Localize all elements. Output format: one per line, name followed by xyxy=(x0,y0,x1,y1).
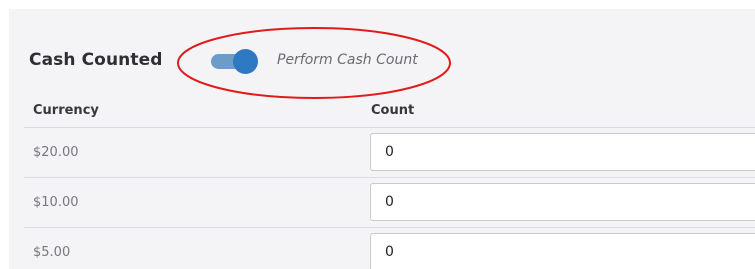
currency-label: $10.00 xyxy=(33,195,79,210)
section-title: Cash Counted xyxy=(29,50,163,70)
table-header: Currency Count xyxy=(9,97,755,127)
currency-label: $5.00 xyxy=(33,245,71,260)
count-input-10[interactable] xyxy=(370,183,755,221)
table-row: $10.00 xyxy=(9,178,755,227)
toggle-label: Perform Cash Count xyxy=(277,52,418,68)
currency-label: $20.00 xyxy=(33,145,79,160)
column-header-currency: Currency xyxy=(33,103,99,118)
table-row: $20.00 xyxy=(9,128,755,177)
section-header: Cash Counted Perform Cash Count xyxy=(9,39,755,83)
count-input-20[interactable] xyxy=(370,133,755,171)
toggle-knob xyxy=(233,49,258,74)
page: Cash Counted Perform Cash Count Currency… xyxy=(0,0,755,269)
column-header-count: Count xyxy=(371,103,415,118)
cash-count-panel: Cash Counted Perform Cash Count Currency… xyxy=(9,9,755,269)
count-input-5[interactable] xyxy=(370,233,755,269)
perform-cash-count-toggle[interactable] xyxy=(209,48,261,74)
table-row: $5.00 xyxy=(9,228,755,269)
